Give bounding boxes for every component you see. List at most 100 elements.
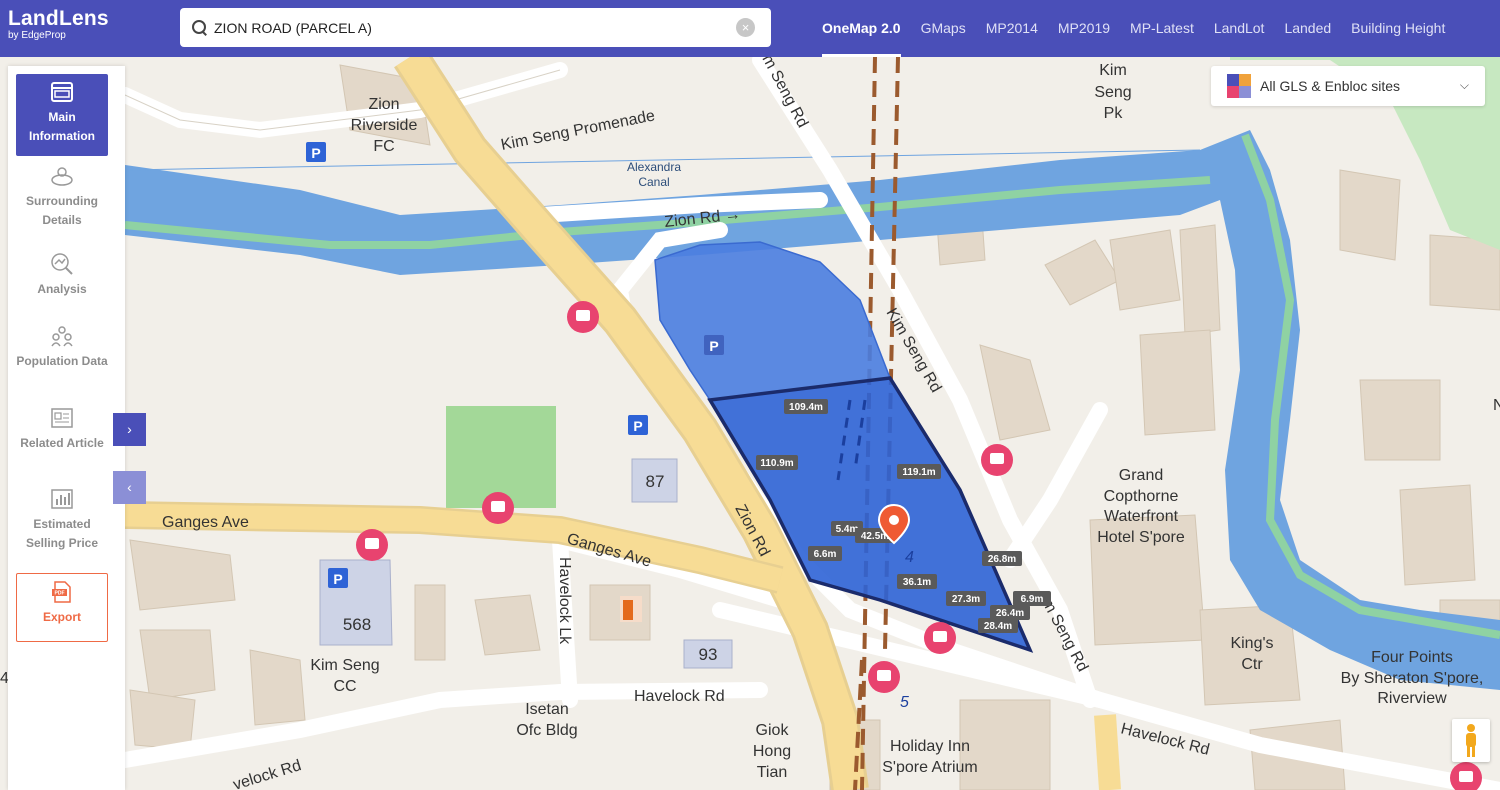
tab-gmaps[interactable]: GMaps (921, 0, 966, 57)
giok-hong-line2: Hong (753, 743, 791, 760)
kim-seng-pk-line3: Pk (1104, 105, 1124, 122)
sidebar-item-label: Estimated Selling Price (25, 517, 99, 550)
tab-onemap[interactable]: OneMap 2.0 (822, 0, 901, 57)
dimension-label: 6.6m (808, 546, 842, 561)
dimension-label: 36.1m (897, 574, 937, 589)
kings-ctr-line2: Ctr (1241, 656, 1263, 673)
kim-seng-pk-line2: Seng (1094, 84, 1131, 101)
dimension-label: 26.8m (982, 551, 1022, 566)
svg-text:109.4m: 109.4m (789, 402, 823, 413)
alexandra-canal-line1: Alexandra (627, 160, 681, 174)
svg-text:36.1m: 36.1m (903, 577, 931, 588)
svg-text:6.9m: 6.9m (1021, 594, 1044, 605)
parking-icon: P (704, 335, 724, 355)
alexandra-canal-line2: Canal (638, 175, 669, 189)
tab-mp-latest[interactable]: MP-Latest (1130, 0, 1194, 57)
sidebar-item-label: Export (42, 610, 81, 624)
kim-seng-cc-line2: CC (333, 678, 356, 695)
dropdown-selected-label: All GLS & Enbloc sites (1260, 78, 1401, 94)
zion-riverside-fc-line1: Zion (368, 96, 399, 113)
svg-text:P: P (311, 145, 320, 161)
svg-text:26.4m: 26.4m (996, 608, 1024, 619)
tab-mp2014[interactable]: MP2014 (986, 0, 1038, 57)
svg-text:P: P (333, 571, 342, 587)
brand-logo[interactable]: LandLens by EdgeProp (8, 8, 109, 42)
sidebar-item-label: Related Article (20, 436, 104, 450)
sidebar-item-label: Surrounding Details (26, 194, 98, 227)
top-bar: LandLens by EdgeProp × OneMap 2.0 GMaps … (0, 0, 1500, 57)
dimension-label: 110.9m (756, 455, 798, 470)
expand-panel-button[interactable]: › (113, 413, 146, 446)
four-points-line2: By Sheraton S'pore, (1341, 670, 1484, 687)
dimension-label: 6.9m (1013, 591, 1051, 606)
pdf-icon: PDF (52, 581, 71, 603)
tab-landlot[interactable]: LandLot (1214, 0, 1265, 57)
ganges-ave-left-label: Ganges Ave (162, 514, 249, 531)
map-canvas[interactable]: Zion Riverside FC Kim Seng Pk Alexandra … (0, 57, 1500, 790)
browser-window-icon (51, 82, 73, 102)
svg-text:P: P (709, 338, 718, 354)
sidebar-item-surrounding-details[interactable]: Surrounding Details (16, 164, 108, 234)
tab-building-height[interactable]: Building Height (1351, 0, 1445, 57)
block-93-label: 93 (699, 645, 718, 664)
zion-riverside-fc-line3: FC (373, 138, 394, 155)
kim-seng-cc-line1: Kim Seng (310, 657, 379, 674)
havelock-rd-mid-label: Havelock Rd (634, 688, 725, 705)
lot-number-4: 4 (905, 549, 914, 566)
parking-icon: P (628, 415, 648, 435)
tab-landed[interactable]: Landed (1284, 0, 1331, 57)
lot-number-5: 5 (900, 694, 909, 711)
sidebar-item-population-data[interactable]: Population Data (16, 324, 108, 394)
zion-riverside-fc-line2: Riverside (351, 117, 418, 134)
map-svg[interactable]: Zion Riverside FC Kim Seng Pk Alexandra … (0, 57, 1500, 790)
sidebar-item-label: Main Information (29, 110, 95, 143)
sidebar-item-estimated-selling-price[interactable]: Estimated Selling Price (16, 487, 108, 557)
layers-grid-icon (1227, 74, 1251, 98)
sidebar-item-related-article[interactable]: Related Article (16, 406, 108, 476)
street-view-pegman-icon[interactable] (1452, 719, 1490, 762)
grand-copthorne-line1: Grand (1119, 467, 1163, 484)
dimension-label: 27.3m (946, 591, 986, 606)
article-icon (51, 408, 73, 428)
sidebar-item-main-information[interactable]: Main Information (16, 74, 108, 156)
search-bar: × (180, 8, 771, 47)
grand-copthorne-line4: Hotel S'pore (1097, 529, 1185, 546)
clear-search-icon[interactable]: × (736, 18, 755, 37)
dimension-label: 119.1m (897, 464, 941, 479)
giok-hong-line1: Giok (756, 722, 790, 739)
svg-text:P: P (633, 418, 642, 434)
tab-mp2019[interactable]: MP2019 (1058, 0, 1110, 57)
giok-hong-line3: Tian (757, 764, 788, 781)
kim-seng-pk-line1: Kim (1099, 62, 1127, 79)
four-points-line3: Riverview (1377, 690, 1447, 707)
sidebar-item-analysis[interactable]: Analysis (16, 252, 108, 304)
magnify-chart-icon (51, 253, 73, 275)
kings-ctr-line1: King's (1230, 635, 1273, 652)
block-568-label: 568 (343, 615, 371, 634)
svg-text:6.6m: 6.6m (814, 549, 837, 560)
brand-name: LandLens (8, 7, 109, 30)
petrol-station-icon (620, 596, 642, 622)
search-input[interactable] (214, 19, 714, 36)
holiday-inn-line2: S'pore Atrium (882, 759, 978, 776)
four-points-line1: Four Points (1371, 649, 1453, 666)
parking-icon: P (328, 568, 348, 588)
holiday-inn-line1: Holiday Inn (890, 738, 970, 755)
sidebar-item-label: Population Data (16, 354, 108, 368)
export-button[interactable]: PDF Export (16, 573, 108, 642)
isetan-line2: Ofc Bldg (516, 722, 577, 739)
block-87-label: 87 (646, 472, 665, 491)
bar-chart-icon (51, 489, 73, 509)
dimension-label: 28.4m (978, 618, 1018, 633)
havelock-lk-label: Havelock Lk (556, 557, 573, 645)
dimension-label: 26.4m (990, 605, 1030, 620)
people-group-icon (51, 326, 73, 347)
layer-select-dropdown[interactable]: All GLS & Enbloc sites ⌵ (1211, 66, 1485, 106)
search-icon (192, 19, 208, 36)
grand-copthorne-line3: Waterfront (1104, 508, 1179, 525)
collapse-panel-button[interactable]: ‹ (113, 471, 146, 504)
svg-text:28.4m: 28.4m (984, 621, 1012, 632)
svg-text:119.1m: 119.1m (902, 467, 935, 478)
svg-text:110.9m: 110.9m (760, 458, 793, 469)
svg-text:PDF: PDF (55, 591, 65, 597)
